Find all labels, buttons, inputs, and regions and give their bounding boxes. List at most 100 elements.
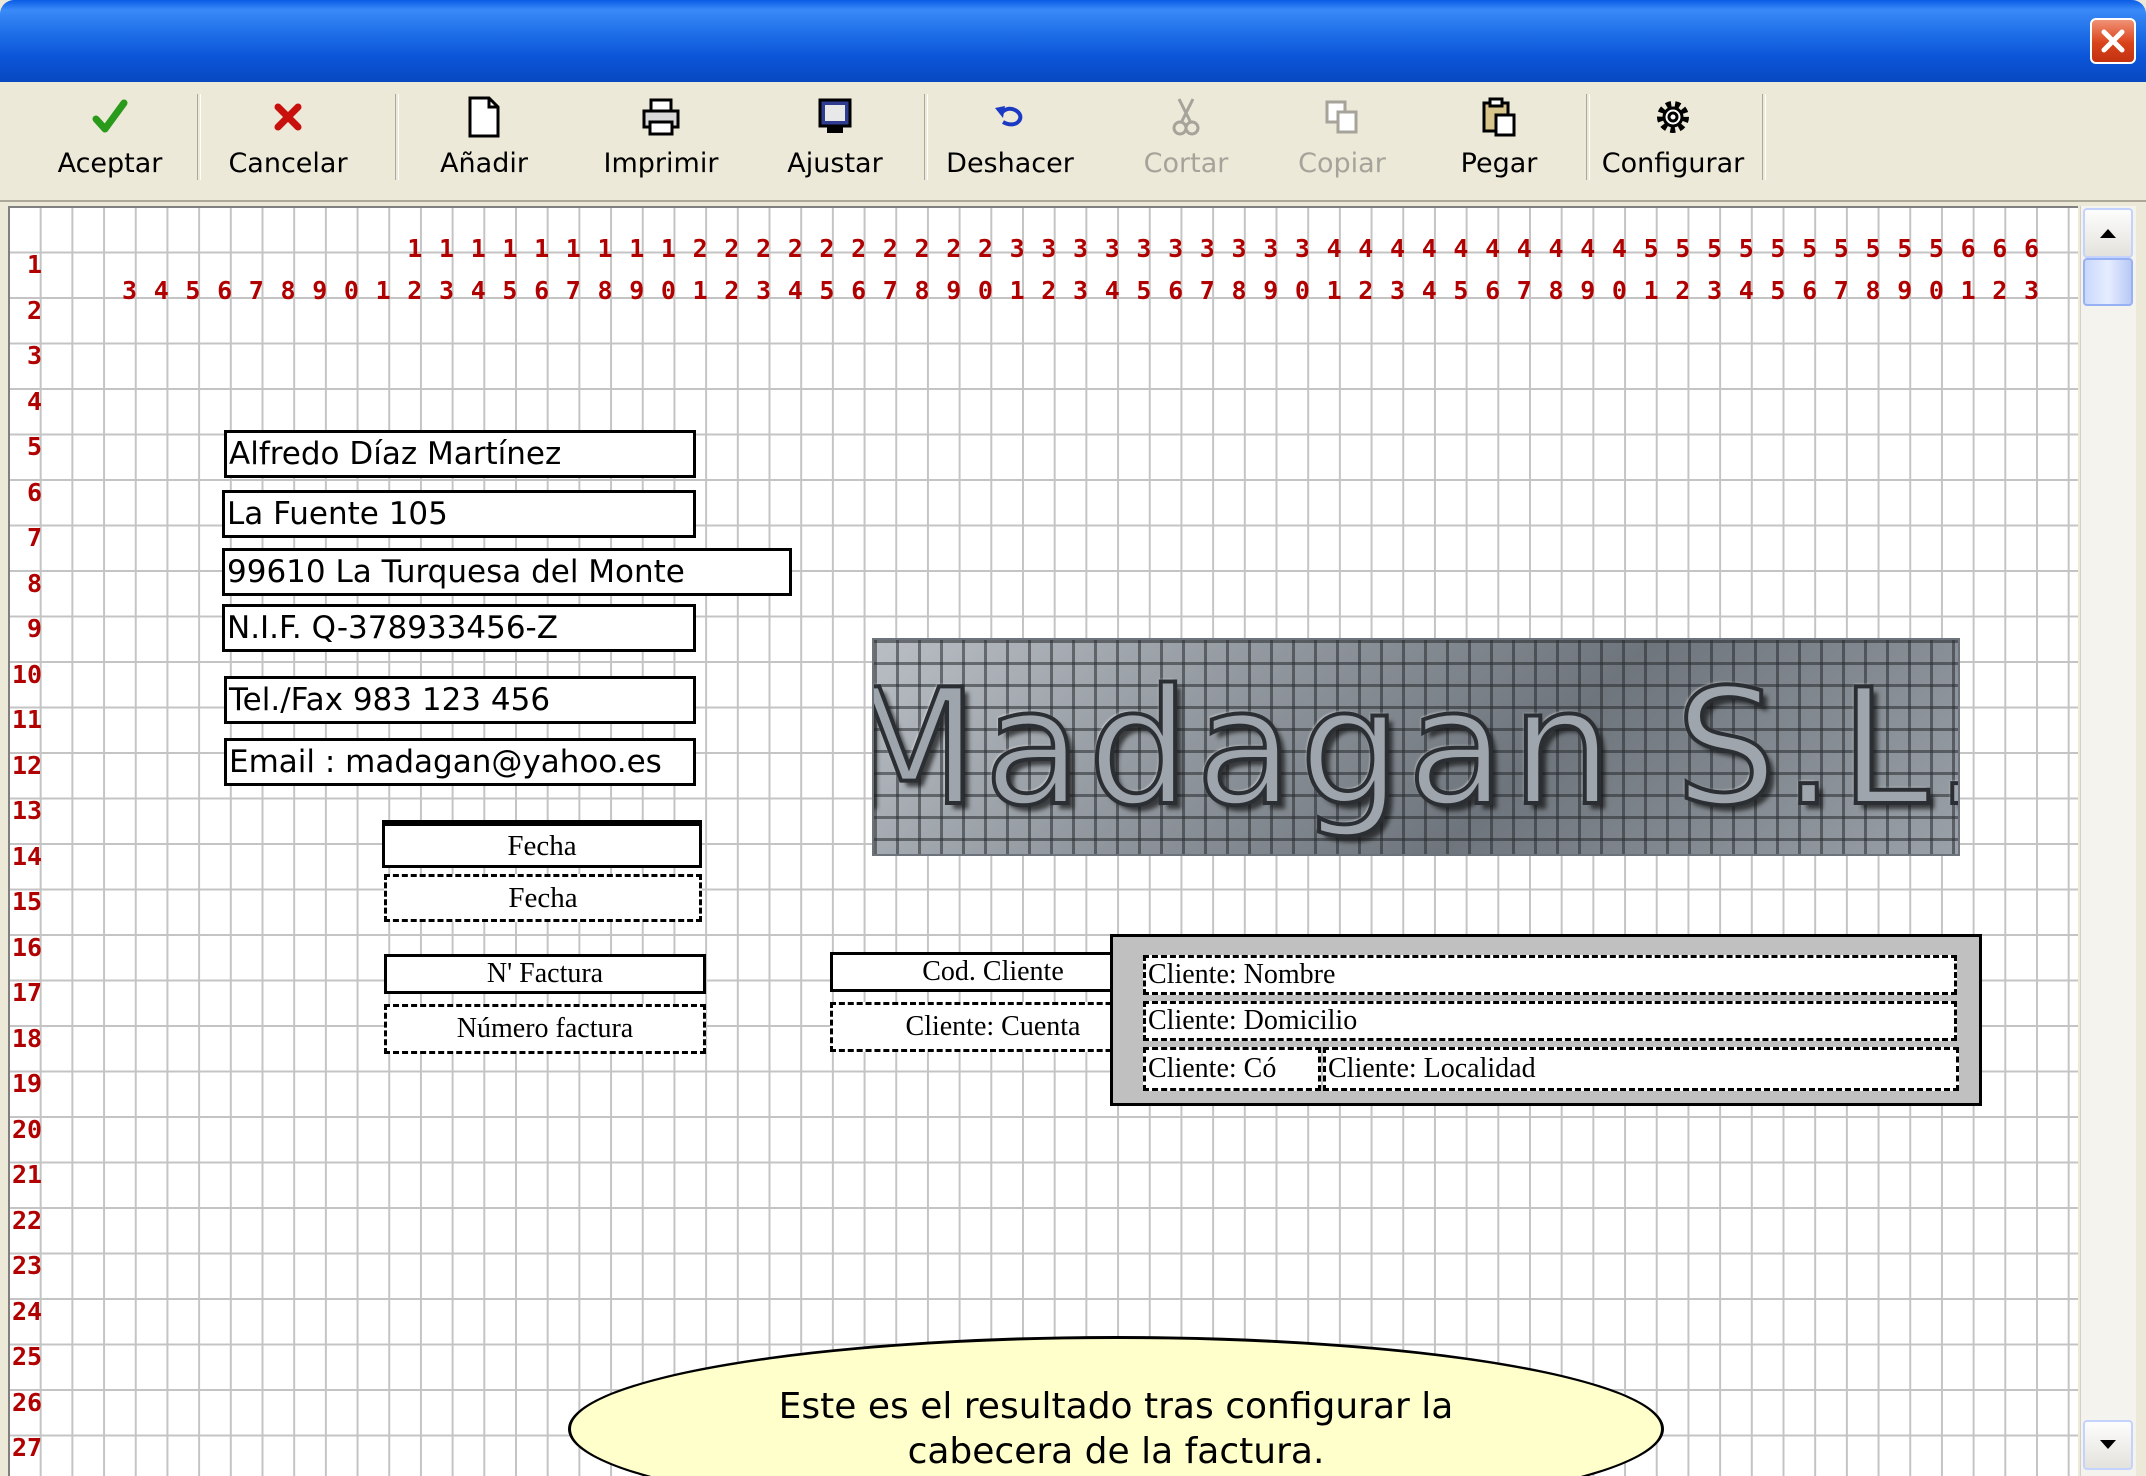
ruler-row-number: 23 xyxy=(12,1251,43,1280)
client-code-label-field[interactable]: Cod. Cliente xyxy=(830,952,1156,992)
ruler-unit-digit: 2 xyxy=(1358,276,1374,305)
toolbar: Aceptar Cancelar Añadir Imprimir Ajustar… xyxy=(0,82,2146,202)
company-email-field[interactable]: Email : madagan@yahoo.es xyxy=(224,738,696,786)
ruler-unit-digit: 0 xyxy=(1611,276,1627,305)
ruler-tens-digit: 3 xyxy=(1104,234,1120,263)
ruler-tens-digit: 3 xyxy=(1294,234,1310,263)
cortar-label: Cortar xyxy=(1143,148,1229,179)
ruler-row-number: 25 xyxy=(12,1342,43,1371)
ruler-row-number: 8 xyxy=(26,568,42,598)
arrow-down-icon xyxy=(2100,1440,2116,1449)
ruler-row-number: 20 xyxy=(12,1114,43,1144)
company-name-field[interactable]: Alfredo Díaz Martínez xyxy=(224,430,696,478)
ruler-unit-digit: 3 xyxy=(756,276,772,305)
close-button[interactable] xyxy=(2090,18,2136,64)
new-page-icon xyxy=(468,96,500,138)
aceptar-button[interactable]: Aceptar xyxy=(48,90,172,190)
ruler-row-number: 10 xyxy=(12,659,43,689)
ruler-unit-digit: 4 xyxy=(1738,276,1754,305)
scrollbar-thumb[interactable] xyxy=(2083,258,2133,306)
undo-icon xyxy=(995,106,1023,127)
cortar-button[interactable]: Cortar xyxy=(1130,90,1242,190)
client-city-field[interactable]: Cliente: Localidad xyxy=(1323,1047,1959,1091)
ajustar-button[interactable]: Ajustar xyxy=(770,90,900,190)
ruler-row-number: 17 xyxy=(12,978,43,1007)
ruler-row-number: 18 xyxy=(12,1023,43,1053)
date-value-field[interactable]: Fecha xyxy=(384,874,702,922)
cancelar-button[interactable]: Cancelar xyxy=(222,90,354,190)
client-info-box[interactable]: Cliente: Nombre Cliente: Domicilio Clien… xyxy=(1110,934,1982,1106)
date-label-field[interactable]: Fecha xyxy=(382,820,702,868)
ruler-unit-digit: 3 xyxy=(439,276,455,305)
company-address-text: La Fuente 105 xyxy=(227,496,448,532)
client-city-text: Cliente: Localidad xyxy=(1328,1053,1536,1084)
anadir-label: Añadir xyxy=(440,148,528,179)
ruler-tens-digit: 5 xyxy=(1770,234,1786,263)
scroll-down-button[interactable] xyxy=(2083,1420,2133,1470)
copiar-button[interactable]: Copiar xyxy=(1286,90,1398,190)
ruler-tens-digit: 5 xyxy=(1707,234,1723,263)
ruler-tens-digit: 5 xyxy=(1865,234,1881,263)
ruler-tens-digit: 5 xyxy=(1897,234,1913,263)
company-logo-image[interactable]: Madagan S.L. xyxy=(872,638,1960,856)
ruler-unit-digit: 9 xyxy=(629,276,645,305)
ruler-tens-digit: 4 xyxy=(1485,234,1501,263)
pegar-button[interactable]: Pegar xyxy=(1444,90,1554,190)
invoice-number-label-text: N' Factura xyxy=(486,958,604,989)
ruler-unit-digit: 0 xyxy=(977,276,993,305)
invoice-design-canvas[interactable]: 3456789012345678901234567890123456789012… xyxy=(8,206,2078,1476)
monitor-icon xyxy=(818,98,852,133)
company-nif-field[interactable]: N.I.F. Q-378933456-Z xyxy=(222,604,696,652)
ruler-tens-digit: 2 xyxy=(914,234,930,263)
ruler-tens-digit: 4 xyxy=(1358,234,1374,263)
ruler-unit-digit: 6 xyxy=(851,276,867,305)
ruler-tens-digit: 2 xyxy=(977,234,993,263)
ruler-row-number: 16 xyxy=(12,932,43,962)
vertical-scrollbar[interactable] xyxy=(2080,206,2136,1476)
ruler-unit-digit: 7 xyxy=(248,276,264,305)
ruler-unit-digit: 7 xyxy=(1199,276,1215,305)
ruler-tens-digit: 3 xyxy=(1041,234,1057,263)
company-address-field[interactable]: La Fuente 105 xyxy=(222,490,696,538)
configurar-button[interactable]: Configurar xyxy=(1598,90,1748,190)
anadir-button[interactable]: Añadir xyxy=(422,90,546,190)
ruler-unit-digit: 2 xyxy=(1675,276,1691,305)
company-name-text: Alfredo Díaz Martínez xyxy=(229,436,562,472)
ruler-tens-digit: 5 xyxy=(1833,234,1849,263)
ruler-tens-digit: 2 xyxy=(851,234,867,263)
client-code-value-field[interactable]: Cliente: Cuenta xyxy=(830,1002,1156,1052)
client-name-field[interactable]: Cliente: Nombre xyxy=(1143,955,1957,995)
ruler-tens-digit: 2 xyxy=(692,234,708,263)
callout-line-1: Este es el resultado tras configurar la xyxy=(778,1386,1454,1427)
ruler-row-number: 19 xyxy=(12,1069,43,1098)
imprimir-button[interactable]: Imprimir xyxy=(594,90,728,190)
company-city-field[interactable]: 99610 La Turquesa del Monte xyxy=(222,548,792,596)
ruler-unit-digit: 4 xyxy=(1104,276,1120,305)
deshacer-label: Deshacer xyxy=(946,148,1074,179)
ruler-row-number: 27 xyxy=(12,1433,43,1462)
ruler-unit-digit: 1 xyxy=(1009,276,1025,305)
ruler-unit-digit: 9 xyxy=(946,276,962,305)
scroll-up-button[interactable] xyxy=(2083,208,2133,258)
toolbar-separator xyxy=(924,94,928,180)
ruler-tens-digit: 5 xyxy=(1675,234,1691,263)
deshacer-button[interactable]: Deshacer xyxy=(940,90,1080,190)
ruler-unit-digit: 2 xyxy=(1041,276,1057,305)
ruler-row-number: 7 xyxy=(26,523,42,552)
ruler-unit-digit: 8 xyxy=(597,276,613,305)
invoice-number-value-field[interactable]: Número factura xyxy=(384,1004,706,1054)
ruler-tens-digit: 5 xyxy=(1738,234,1754,263)
company-phone-field[interactable]: Tel./Fax 983 123 456 xyxy=(224,676,696,724)
scissors-icon xyxy=(1172,98,1200,136)
ruler-unit-digit: 2 xyxy=(724,276,740,305)
explanation-callout: Este es el resultado tras configurar la … xyxy=(568,1336,1664,1476)
company-nif-text: N.I.F. Q-378933456-Z xyxy=(227,610,558,646)
ruler-unit-digit: 7 xyxy=(882,276,898,305)
ruler-tens-digit: 2 xyxy=(787,234,803,263)
client-postal-code-field[interactable]: Cliente: Có xyxy=(1143,1047,1321,1091)
ruler-tens-digit: 3 xyxy=(1263,234,1279,263)
invoice-number-label-field[interactable]: N' Factura xyxy=(384,954,706,994)
ruler-tens-digit: 1 xyxy=(534,234,550,263)
gear-icon xyxy=(1657,101,1689,133)
client-address-field[interactable]: Cliente: Domicilio xyxy=(1143,1001,1957,1041)
